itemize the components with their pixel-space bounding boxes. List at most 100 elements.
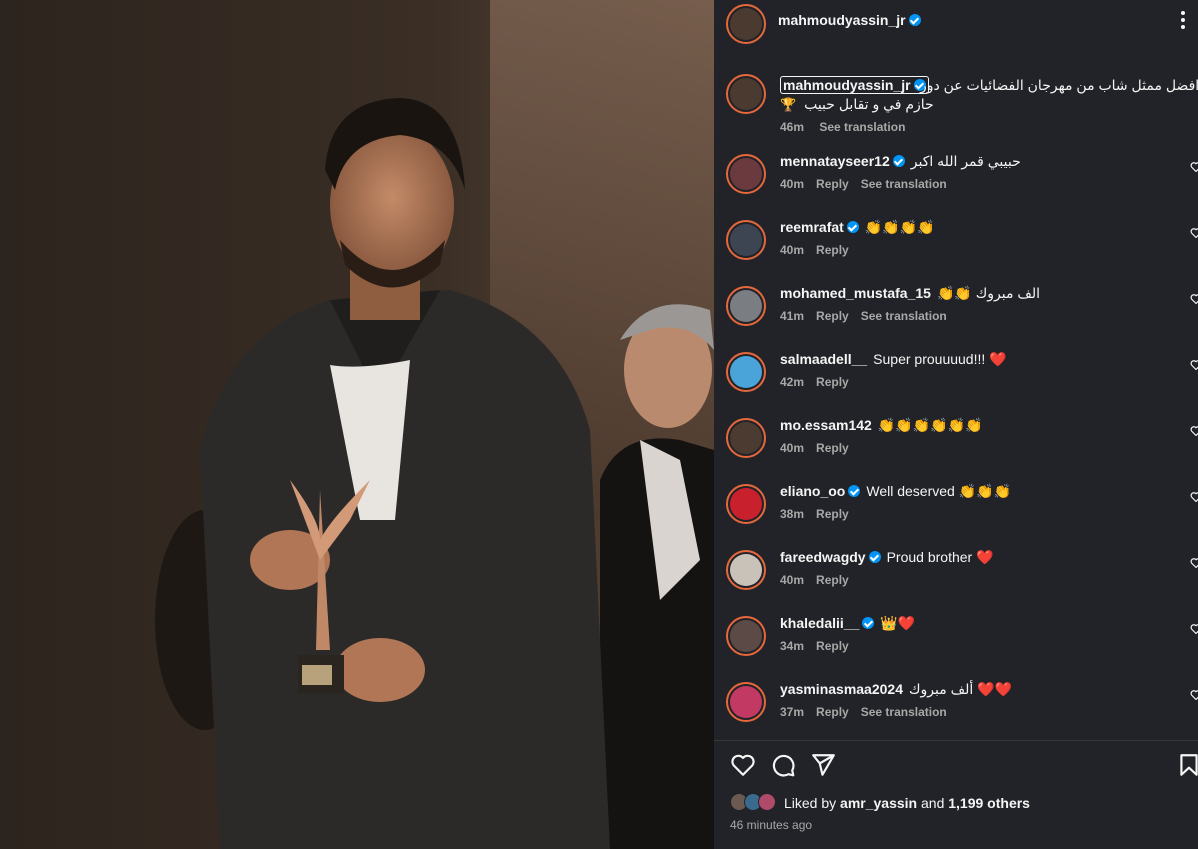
commenter-avatar[interactable] <box>726 220 766 260</box>
commenter-avatar[interactable] <box>726 682 766 722</box>
comment-meta: 42m Reply <box>780 375 861 389</box>
post-panel: mahmoudyassin_jr mahmoudyassin_jr افضل م… <box>714 0 1198 849</box>
likes-count[interactable]: 1,199 others <box>948 795 1030 811</box>
commenter-avatar[interactable] <box>726 616 766 656</box>
commenter-avatar[interactable] <box>726 484 766 524</box>
comment-meta: 37m Reply See translation <box>780 705 959 719</box>
comment-meta: 34m Reply <box>780 639 861 653</box>
caption-text-line1: افضل ممثل شاب من مهرجان الفضائيات عن دور <box>920 77 1198 93</box>
reply-button[interactable]: Reply <box>816 309 849 323</box>
comment-time: 40m <box>780 573 805 587</box>
liker-avatar <box>758 793 776 811</box>
comment-body: 👏👏👏👏👏👏 <box>877 417 983 433</box>
see-translation-link[interactable]: See translation <box>861 705 947 719</box>
comment-row: fareedwagdy Proud brother ❤️ 40m Reply <box>714 546 1198 606</box>
caption-avatar[interactable] <box>726 74 766 114</box>
comment-like-icon[interactable] <box>1190 490 1198 503</box>
reply-button[interactable]: Reply <box>816 705 849 719</box>
commenter-username[interactable]: mennatayseer12 <box>780 153 890 169</box>
likes-text[interactable]: Liked by amr_yassin and 1,199 others <box>784 795 1030 811</box>
likes-joiner: and <box>921 795 945 811</box>
comment-text-line: khaledalii__ 👑❤️ <box>780 615 915 632</box>
comment-time: 41m <box>780 309 805 323</box>
comment-row: reemrafat 👏👏👏👏 40m Reply <box>714 216 1198 276</box>
commenter-username[interactable]: eliano_oo <box>780 483 845 499</box>
comment-like-icon[interactable] <box>1190 622 1198 635</box>
comment-body: ألف مبروك ❤️❤️ <box>909 681 1013 697</box>
reply-button[interactable]: Reply <box>816 177 849 191</box>
comment-text-line: eliano_oo Well deserved 👏👏👏 <box>780 483 1011 500</box>
comment-row: mo.essam142 👏👏👏👏👏👏 40m Reply <box>714 414 1198 474</box>
commenter-username[interactable]: salmaadell__ <box>780 351 867 367</box>
comment-text-line: mennatayseer12 حبيبي قمر الله اكبر <box>780 153 1021 170</box>
comment-meta: 40m Reply <box>780 573 861 587</box>
comment-row: salmaadell__ Super prouuuud!!! ❤️ 42m Reply <box>714 348 1198 408</box>
comment-body: 👑❤️ <box>880 615 916 631</box>
reply-button[interactable]: Reply <box>816 507 849 521</box>
author-avatar[interactable] <box>726 4 766 44</box>
comment-icon[interactable] <box>770 752 796 778</box>
see-translation-link[interactable]: See translation <box>819 120 905 134</box>
comment-meta: 40m Reply See translation <box>780 177 959 191</box>
comment-time: 40m <box>780 243 805 257</box>
comment-meta: 40m Reply <box>780 441 861 455</box>
verified-icon <box>908 14 921 26</box>
commenter-username[interactable]: fareedwagdy <box>780 549 866 565</box>
comment-like-icon[interactable] <box>1190 226 1198 239</box>
comment-text-line: yasminasmaa2024 ألف مبروك ❤️❤️ <box>780 681 1012 698</box>
comment-like-icon[interactable] <box>1190 160 1198 173</box>
commenter-username[interactable]: mohamed_mustafa_15 <box>780 285 931 301</box>
commenter-username[interactable]: reemrafat <box>780 219 844 235</box>
post-photo[interactable] <box>0 0 714 849</box>
commenter-avatar[interactable] <box>726 550 766 590</box>
caption-text-line2: حازم في و تقابل حبيب <box>804 96 934 112</box>
comment-body: حبيبي قمر الله اكبر <box>910 153 1021 169</box>
commenter-avatar[interactable] <box>726 352 766 392</box>
liker-username[interactable]: amr_yassin <box>840 795 917 811</box>
commenter-username[interactable]: yasminasmaa2024 <box>780 681 903 697</box>
posted-time: 46 minutes ago <box>730 818 813 832</box>
commenter-avatar[interactable] <box>726 154 766 194</box>
comment-meta: 40m Reply <box>780 243 861 257</box>
reply-button[interactable]: Reply <box>816 375 849 389</box>
see-translation-link[interactable]: See translation <box>861 309 947 323</box>
more-icon[interactable] <box>1176 10 1190 30</box>
comment-like-icon[interactable] <box>1190 688 1198 701</box>
commenter-username[interactable]: mo.essam142 <box>780 417 872 433</box>
verified-icon <box>892 155 905 167</box>
comment-like-icon[interactable] <box>1190 424 1198 437</box>
post-header: mahmoudyassin_jr <box>714 0 1198 44</box>
see-translation-link[interactable]: See translation <box>861 177 947 191</box>
comment-row: eliano_oo Well deserved 👏👏👏 38m Reply <box>714 480 1198 540</box>
reply-button[interactable]: Reply <box>816 639 849 653</box>
share-icon[interactable] <box>810 752 836 778</box>
verified-icon <box>848 485 861 497</box>
caption-username[interactable]: mahmoudyassin_jr <box>783 77 911 93</box>
bookmark-icon[interactable] <box>1176 752 1198 778</box>
trophy-emoji: 🏆 <box>780 97 797 112</box>
reply-button[interactable]: Reply <box>816 573 849 587</box>
comment-text-line: fareedwagdy Proud brother ❤️ <box>780 549 994 566</box>
comment-meta: 38m Reply <box>780 507 861 521</box>
comment-time: 40m <box>780 177 805 191</box>
comment-like-icon[interactable] <box>1190 292 1198 305</box>
comment-meta: 41m Reply See translation <box>780 309 959 323</box>
commenter-avatar[interactable] <box>726 418 766 458</box>
comment-body: Well deserved 👏👏👏 <box>866 483 1011 499</box>
reply-button[interactable]: Reply <box>816 243 849 257</box>
comment-body: Proud brother ❤️ <box>886 549 994 565</box>
comment-body: 👏👏 الف مبروك <box>936 285 1041 301</box>
divider <box>714 740 1198 741</box>
verified-icon <box>846 221 859 233</box>
commenter-avatar[interactable] <box>726 286 766 326</box>
comment-like-icon[interactable] <box>1190 556 1198 569</box>
heart-icon[interactable] <box>730 752 756 778</box>
comment-time: 37m <box>780 705 805 719</box>
reply-button[interactable]: Reply <box>816 441 849 455</box>
caption-username-box[interactable]: mahmoudyassin_jr <box>780 76 929 94</box>
comment-like-icon[interactable] <box>1190 358 1198 371</box>
comment-time: 42m <box>780 375 805 389</box>
author-username[interactable]: mahmoudyassin_jr <box>778 12 906 28</box>
comment-row: mohamed_mustafa_15 👏👏 الف مبروك 41m Reply Se… <box>714 282 1198 342</box>
commenter-username[interactable]: khaledalii__ <box>780 615 859 631</box>
